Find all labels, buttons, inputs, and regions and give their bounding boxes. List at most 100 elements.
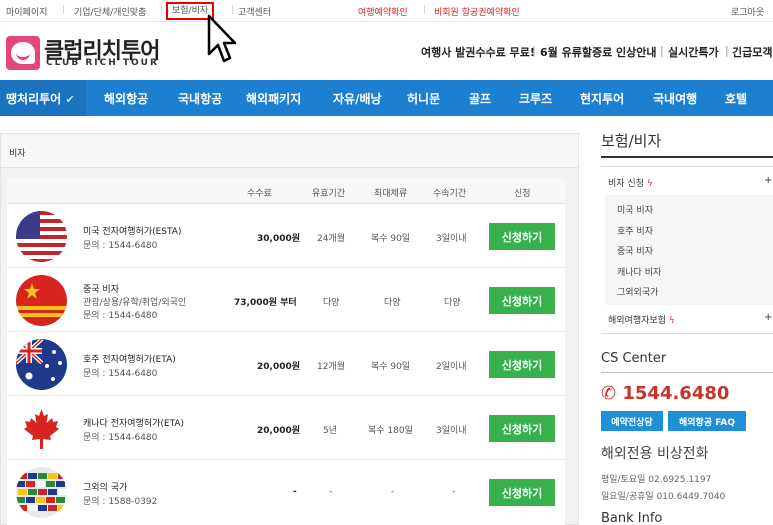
divider <box>601 156 773 158</box>
visa-contact: 문의 : 1544-6480 <box>83 241 158 251</box>
visa-name: 호주 전자여행허가(ETA) <box>83 355 176 365</box>
sidebar-item-canada-visa[interactable]: 캐나다 비자 <box>617 265 661 278</box>
phone-icon: ✆ <box>601 383 617 404</box>
logout-link[interactable]: 로그아웃 <box>731 5 764 18</box>
visa-fee: - <box>293 487 297 497</box>
apply-button[interactable]: 신청하기 <box>489 415 555 442</box>
site-logo[interactable]: 클럽리치투어 CLUB RICH TOUR <box>6 36 160 72</box>
world-flags-icon <box>16 467 67 518</box>
sidebar-category-visa[interactable]: 비자 신청 ϟ <box>608 176 653 189</box>
promo-link-urgent[interactable]: 긴급모객 <box>732 44 772 60</box>
topbar-link-mypage[interactable]: 마이페이지 <box>6 5 47 18</box>
promo-link-fee-free[interactable]: 여행사 발권수수료 무료! <box>421 44 535 60</box>
visa-validity: 12개월 <box>317 362 346 372</box>
emergency-holiday-line: 일요일/공휴일 010.6449.7040 <box>601 492 726 502</box>
check-icon: ✔ <box>65 93 75 106</box>
topbar-link-nonmember-check[interactable]: 비회원 항공권예약확인 <box>434 5 520 18</box>
visa-max-stay: - <box>391 487 395 497</box>
visa-contact: 문의 : 1544-6480 <box>83 311 158 321</box>
visa-fee: 20,000원 <box>257 362 301 372</box>
nav-item-honeymoon[interactable]: 허니문 <box>407 90 440 107</box>
sidebar-item-australia-visa[interactable]: 호주 비자 <box>617 224 653 237</box>
sidebar-item-china-visa[interactable]: 중국 비자 <box>617 244 653 257</box>
visa-max-stay: 복수 90일 <box>371 234 411 244</box>
section-label: 비자 <box>1 134 578 168</box>
visa-validity: - <box>329 487 333 497</box>
pre-booking-consult-button[interactable]: 예약전상담 <box>601 411 663 431</box>
promo-link-live-deals[interactable]: 실시간특가 <box>668 44 719 60</box>
nav-item-backpacking[interactable]: 자유/배낭 <box>333 90 382 107</box>
cs-phone-number: ✆ 1544.6480 <box>601 383 729 404</box>
visa-name: 미국 전자여행허가(ESTA) <box>83 227 182 237</box>
apply-button[interactable]: 신청하기 <box>489 479 555 506</box>
canada-flag-icon <box>16 403 67 454</box>
nav-item-last-minute[interactable]: 땡처리투어 ✔ <box>0 80 86 116</box>
flight-faq-button[interactable]: 해외항공 FAQ <box>668 411 746 431</box>
visa-processing: 2일이내 <box>436 362 467 372</box>
table-row: 그외의 국가 문의 : 1588-0392 - - - - 신청하기 <box>7 461 565 524</box>
nav-item-packages[interactable]: 해외패키지 <box>246 90 301 107</box>
nav-item-local-tours[interactable]: 현지투어 <box>580 90 624 107</box>
table-row: 캐나다 전자여행허가(ETA) 문의 : 1544-6480 20,000원 5… <box>7 397 565 460</box>
emergency-phone-title: 해외전용 비상전화 <box>601 446 709 462</box>
table-row: 미국 전자여행허가(ESTA) 문의 : 1544-6480 30,000원 2… <box>7 205 565 268</box>
nav-item-domestic-flights[interactable]: 국내항공 <box>178 90 222 107</box>
visa-contact: 문의 : 1544-6480 <box>83 433 158 443</box>
visa-contact: 문의 : 1588-0392 <box>83 497 158 507</box>
visa-validity: 5년 <box>323 426 338 436</box>
visa-processing: - <box>452 487 456 497</box>
expand-plus-icon[interactable]: + <box>764 312 772 323</box>
visa-name: 그외의 국가 <box>83 483 128 493</box>
promo-link-fuel-surcharge[interactable]: 6월 유류할증료 인상안내 <box>540 44 657 60</box>
expand-plus-icon[interactable]: + <box>764 175 772 186</box>
topbar-link-customer-center[interactable]: 고객센터 <box>238 5 271 18</box>
china-flag-icon <box>16 275 67 326</box>
header-processing: 수속기간 <box>433 189 467 199</box>
visa-processing: 3일이내 <box>436 234 467 244</box>
sidebar-item-other-countries[interactable]: 그외외국가 <box>617 285 658 298</box>
nav-item-cruise[interactable]: 크루즈 <box>519 90 552 107</box>
apply-button[interactable]: 신청하기 <box>489 287 555 314</box>
nav-item-intl-flights[interactable]: 해외항공 <box>104 90 148 107</box>
sidebar-title: 보험/비자 <box>601 132 662 150</box>
lightning-icon: ϟ <box>646 179 653 189</box>
main-nav: 땡처리투어 ✔ 해외항공 국내항공 해외패키지 자유/배낭 허니문 골프 크루즈… <box>0 80 773 116</box>
mouse-cursor-icon <box>207 14 237 63</box>
topbar-link-reservation-check[interactable]: 여행예약확인 <box>358 5 408 18</box>
visa-table: 수수료 유효기간 최대체류 수속기간 신청 미국 전자여행허가(ESTA) 문의… <box>7 178 565 525</box>
table-row: 호주 전자여행허가(ETA) 문의 : 1544-6480 20,000원 12… <box>7 333 565 396</box>
apply-button[interactable]: 신청하기 <box>489 223 555 250</box>
nav-item-golf[interactable]: 골프 <box>469 90 491 107</box>
visa-fee: 73,000원 부터 <box>234 298 297 308</box>
sidebar-category-label: 비자 신청 <box>608 179 644 189</box>
visa-name: 캐나다 전자여행허가(ETA) <box>83 419 185 429</box>
logo-mark-icon <box>6 36 40 70</box>
cs-phone-text: 1544.6480 <box>622 383 730 404</box>
sidebar-category-insurance[interactable]: 해외여행자보험 ϟ <box>608 313 675 326</box>
apply-button[interactable]: 신청하기 <box>489 351 555 378</box>
header-apply: 신청 <box>514 189 531 199</box>
divider <box>601 372 773 373</box>
australia-flag-icon <box>16 339 67 390</box>
table-row: 중국 비자 관광/상용/유학/취업/외국인 문의 : 1544-6480 73,… <box>7 269 565 332</box>
cs-center-title: CS Center <box>601 351 667 366</box>
us-flag-icon <box>16 211 67 262</box>
sidebar-item-us-visa[interactable]: 미국 비자 <box>617 203 653 216</box>
logo-tagline: CLUB RICH TOUR <box>46 58 159 68</box>
divider: | <box>725 44 729 57</box>
topbar-link-corporate[interactable]: 기업/단체/개인맞춤 <box>74 5 146 18</box>
header-fee: 수수료 <box>247 189 272 199</box>
visa-validity: 다양 <box>323 298 340 308</box>
visa-name: 중국 비자 <box>83 285 119 295</box>
divider: | <box>62 5 66 15</box>
divider: | <box>423 5 427 15</box>
visa-description: 관광/상용/유학/취업/외국인 <box>83 298 187 308</box>
visa-fee: 30,000원 <box>257 234 301 244</box>
nav-item-hotel[interactable]: 호텔 <box>725 90 747 107</box>
nav-item-domestic-travel[interactable]: 국내여행 <box>653 90 697 107</box>
visa-max-stay: 다양 <box>384 298 401 308</box>
header-max-stay: 최대체류 <box>374 189 408 199</box>
visa-processing: 다양 <box>444 298 461 308</box>
visa-max-stay: 복수 180일 <box>368 426 413 436</box>
lightning-icon: ϟ <box>668 316 675 326</box>
